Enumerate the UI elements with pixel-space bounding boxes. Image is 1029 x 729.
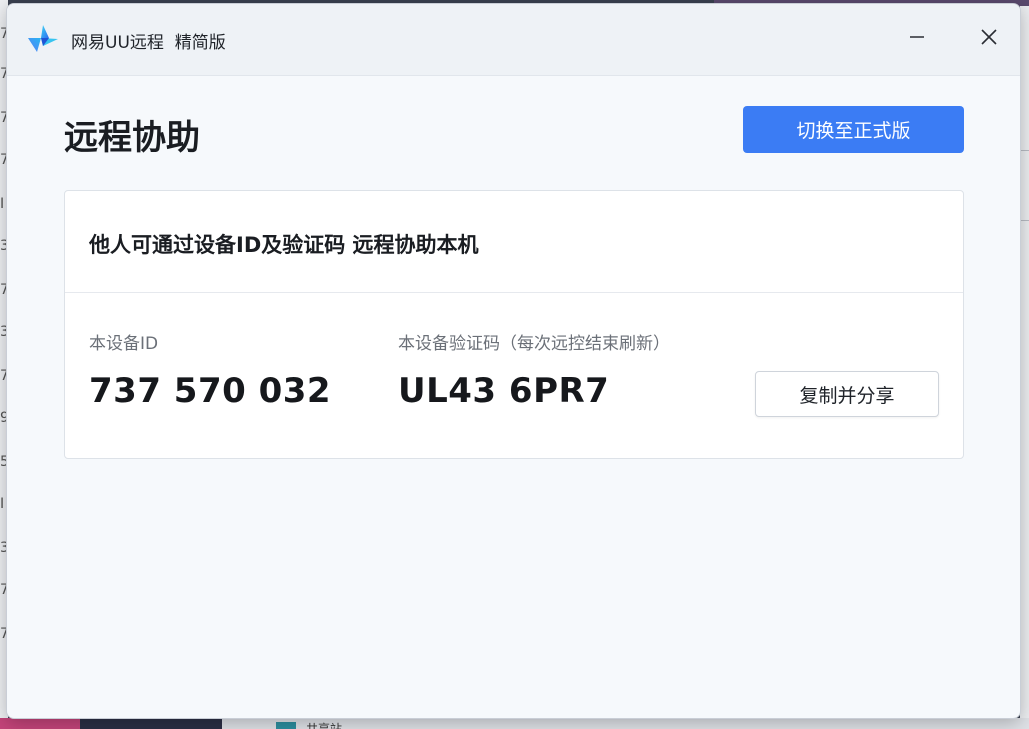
background-right-edge (1020, 6, 1029, 729)
app-window: 网易UU远程 精简版 远程协助 切换至正式版 他人可通过设备ID及验证码 远程协… (6, 3, 1021, 719)
minimize-icon (909, 29, 925, 49)
background-glyph: I (0, 196, 5, 212)
page-title: 远程协助 (64, 118, 200, 158)
copy-and-share-button[interactable]: 复制并分享 (755, 371, 939, 417)
background-thumbnail (80, 718, 222, 729)
background-folder-label: 共享站 (306, 722, 343, 729)
device-id-value: 737 570 032 (89, 371, 332, 411)
device-id-label: 本设备ID (89, 334, 159, 354)
verification-code-label: 本设备验证码（每次远控结束刷新） (398, 334, 670, 354)
title-bar: 网易UU远程 精简版 (7, 4, 1020, 76)
close-icon (980, 28, 998, 50)
remote-assist-card: 他人可通过设备ID及验证码 远程协助本机 本设备ID 737 570 032 本… (64, 190, 964, 459)
card-heading: 他人可通过设备ID及验证码 远程协助本机 (89, 233, 479, 257)
minimize-button[interactable] (897, 21, 937, 57)
background-glyph: I (0, 496, 5, 512)
window-title: 网易UU远程 精简版 (71, 33, 226, 53)
background-bottom-strip: 共享站 (0, 718, 1029, 729)
card-header: 他人可通过设备ID及验证码 远程协助本机 (65, 191, 963, 293)
close-button[interactable] (969, 21, 1009, 57)
folder-icon (276, 722, 296, 729)
uu-remote-logo-icon (27, 24, 59, 54)
verification-code-value: UL43 6PR7 (398, 371, 610, 411)
background-thumbnail (0, 718, 80, 729)
switch-to-full-version-button[interactable]: 切换至正式版 (743, 106, 964, 153)
